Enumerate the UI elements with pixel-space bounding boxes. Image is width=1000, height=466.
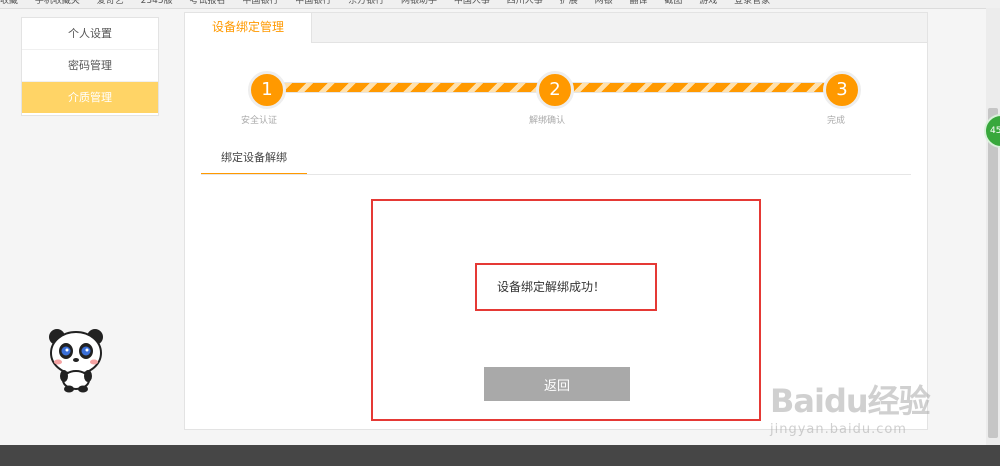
bookmark-item[interactable]: 2345版 (141, 0, 173, 6)
step-1-circle: 1 (248, 71, 286, 109)
page-footer (0, 445, 1000, 466)
step-1-label: 安全认证 (241, 116, 278, 126)
step-3-label: 完成 (827, 116, 846, 126)
bookmark-item[interactable]: 中国银行 (242, 0, 278, 6)
baidu-watermark: Baidu经验 jingyan.baidu.com (770, 376, 970, 446)
bookmark-item[interactable]: 网银助手 (401, 0, 437, 6)
bookmarks-bar: 收藏 手机收藏夹 爱奇艺 2345版 考试报名 中国银行 中国银行 东方银行 网… (0, 0, 1000, 9)
bookmark-item[interactable]: 中国人事 (454, 0, 490, 6)
bookmark-item[interactable]: 截图 (664, 0, 682, 6)
scrollbar-thumb[interactable] (988, 108, 998, 438)
tab-unbind-device[interactable]: 绑定设备解绑 (201, 149, 307, 175)
sidebar-item-password-management[interactable]: 密码管理 (22, 50, 158, 82)
bookmark-item[interactable]: 四川人事 (507, 0, 543, 6)
bookmark-item[interactable]: 爱奇艺 (97, 0, 124, 6)
page-scrollbar[interactable] (986, 8, 1000, 445)
sidebar-item-media-management[interactable]: 介质管理 (22, 82, 158, 113)
step-2-circle: 2 (536, 71, 574, 109)
bookmark-item[interactable]: 游戏 (699, 0, 717, 6)
step-2-label: 解绑确认 (529, 116, 566, 126)
bookmark-item[interactable]: 扩展 (560, 0, 578, 6)
sidebar-item-personal-settings[interactable]: 个人设置 (22, 18, 158, 50)
bookmark-item[interactable]: 东方银行 (348, 0, 384, 6)
back-button[interactable]: 返回 (484, 367, 630, 401)
bookmark-item[interactable]: 网银 (595, 0, 613, 6)
panel-tabbar: 设备绑定管理 (185, 13, 927, 43)
subtab-divider (201, 174, 911, 175)
step-3-circle: 3 (823, 71, 861, 109)
success-message: 设备绑定解绑成功！ (475, 263, 657, 311)
sidebar-menu: 个人设置 密码管理 介质管理 (21, 17, 159, 116)
watermark-brand: Baidu经验 (770, 382, 931, 420)
bookmark-item[interactable]: 考试报名 (189, 0, 225, 6)
bookmark-item[interactable]: 登录管家 (734, 0, 770, 6)
panda-mascot-icon (49, 329, 103, 393)
device-binding-panel: 设备绑定管理 1 2 3 安全认证 解绑确认 完成 绑定设备解绑 设备绑定解绑成… (184, 12, 928, 430)
result-box: 设备绑定解绑成功！ 返回 (371, 199, 761, 421)
bookmark-item[interactable]: 翻译 (629, 0, 647, 6)
bookmark-item[interactable]: 收藏 (0, 0, 18, 6)
watermark-url: jingyan.baidu.com (770, 422, 907, 437)
bookmark-item[interactable]: 中国银行 (295, 0, 331, 6)
tab-device-binding-management[interactable]: 设备绑定管理 (185, 13, 312, 43)
bookmark-item[interactable]: 手机收藏夹 (35, 0, 80, 6)
